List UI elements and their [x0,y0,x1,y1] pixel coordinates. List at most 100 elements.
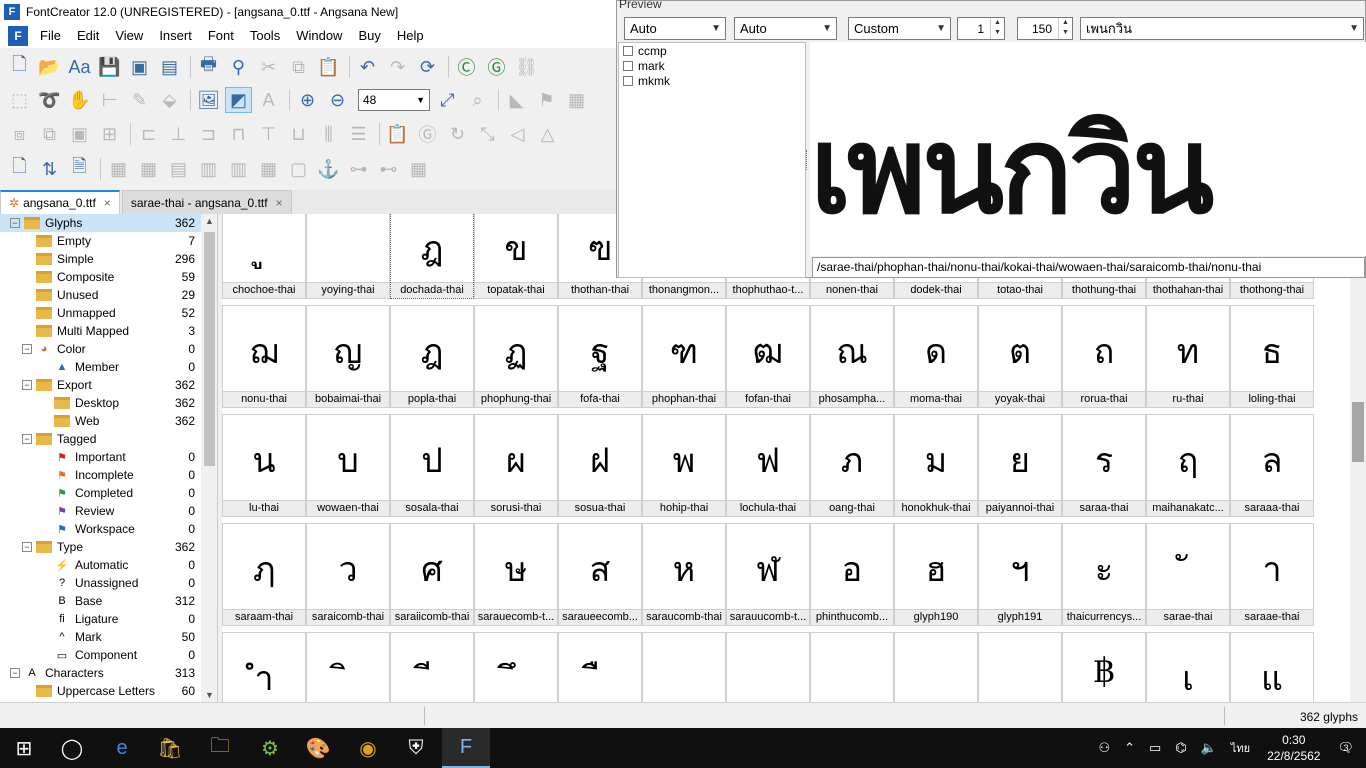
feature-item[interactable]: ccmp [619,43,805,58]
close-icon[interactable]: × [104,196,111,210]
image-icon[interactable]: ▦ [563,87,590,113]
grid-minus-icon[interactable]: ▤ [165,156,192,182]
tree-scroll-thumb[interactable] [204,232,215,466]
battery-icon[interactable]: ▭ [1149,740,1161,756]
zoom-selection-icon[interactable]: ⌕ [464,87,491,113]
glyph-g-icon[interactable]: Ⓖ [414,121,441,147]
tree-item-member[interactable]: ▲ Member 0 [0,358,217,376]
glyph-cell[interactable]: ี [390,632,474,702]
glyph-cell[interactable]: ฿ [1062,632,1146,702]
close-icon[interactable]: × [276,196,283,210]
align-bottom-icon[interactable]: ⊔ [285,121,312,147]
clipboard-icon[interactable]: 📋 [384,121,411,147]
tree-item-characters[interactable]: − A Characters 313 [0,664,217,682]
tree-item-completed[interactable]: ⚑ Completed 0 [0,484,217,502]
combine-icon[interactable]: ▣ [66,121,93,147]
menu-view[interactable]: View [107,24,151,48]
new-font-icon[interactable]: 🗋 [6,54,33,80]
glyph-cell[interactable]: แ [1230,632,1314,702]
checkbox[interactable] [623,75,633,86]
glyph-cell[interactable]: ด moma-thai [894,305,978,408]
grid-icon[interactable]: ▦ [105,156,132,182]
save-as-icon[interactable]: ▤ [156,54,183,80]
tree-item-base[interactable]: B Base 312 [0,592,217,610]
glyph-cell[interactable]: ฬ sarauucomb-t... [726,523,810,626]
size-spinner[interactable]: 150 ▲ ▼ [1017,17,1073,40]
glyph-cell[interactable]: ฏ phophung-thai [474,305,558,408]
zoom-in-icon[interactable]: ⊕ [294,87,321,113]
lasso-icon[interactable]: ➰ [36,87,63,113]
menu-help[interactable]: Help [389,24,432,48]
distribute-v-icon[interactable]: ☰ [345,121,372,147]
fit-icon[interactable]: ⤢ [434,87,461,113]
glyph-cell[interactable]: ฟ lochula-thai [726,414,810,517]
taskbar-paint[interactable]: 🎨 [294,728,342,768]
glyph-cell[interactable]: ฯ glyph191 [978,523,1062,626]
align-left-icon[interactable]: ⊏ [135,121,162,147]
align-middle-icon[interactable]: ⊤ [255,121,282,147]
glyph-cell[interactable]: ิ [306,632,390,702]
menu-font[interactable]: Font [200,24,242,48]
scroll-up-icon[interactable]: ▲ [205,216,214,226]
mdi-app-icon[interactable]: F [8,26,28,46]
glyph-cell[interactable]: ธ loling-thai [1230,305,1314,408]
glyph-cell[interactable]: ล saraaa-thai [1230,414,1314,517]
align-top-icon[interactable]: ⊓ [225,121,252,147]
glyph-cell[interactable]: พ hohip-thai [642,414,726,517]
checkbox[interactable] [623,60,633,71]
tree-item-simple[interactable]: Simple 296 [0,250,217,268]
checkbox[interactable] [623,45,633,56]
tree-item-workspace[interactable]: ⚑ Workspace 0 [0,520,217,538]
hand-icon[interactable]: ✋ [66,87,93,113]
group-icon[interactable]: ⧉ [36,121,63,147]
measure-icon[interactable]: ⊢ [96,87,123,113]
tree-scrollbar[interactable]: ▲ ▼ [201,214,217,702]
volume-icon[interactable]: 🔈 [1201,740,1217,756]
collapse-toggle-icon[interactable]: − [22,434,32,444]
grid-plus-icon[interactable]: ▦ [135,156,162,182]
glyph-cell[interactable]: ข topatak-thai [474,214,558,299]
tree-item-unassigned[interactable]: ? Unassigned 0 [0,574,217,592]
cut-icon[interactable]: ✂ [255,54,282,80]
scroll-down-icon[interactable]: ▼ [205,690,214,700]
pen-icon[interactable]: ✎ [126,87,153,113]
align-right-icon[interactable]: ⊐ [195,121,222,147]
taskbar-defender[interactable]: ⛨ [392,728,440,768]
collapse-toggle-icon[interactable]: − [22,542,32,552]
glyph-cell[interactable]: ู chochoe-thai [222,214,306,299]
open-installed-icon[interactable]: Aa [66,54,93,80]
glyph-cell[interactable]: ห saraucomb-thai [642,523,726,626]
copy-icon[interactable]: ⧉ [285,54,312,80]
glyph-cell[interactable]: า saraae-thai [1230,523,1314,626]
glyph-cell[interactable]: ฒ fofan-thai [726,305,810,408]
glyph-cell[interactable]: ส saraueecomb... [558,523,642,626]
tree-item-important[interactable]: ⚑ Important 0 [0,448,217,466]
outline-mode-icon[interactable]: ◩ [225,87,252,113]
glyph-cell[interactable]: ภ oang-thai [810,414,894,517]
spin-up-icon[interactable]: ▲ [991,18,1004,28]
script-select[interactable]: Auto ▼ [624,17,726,40]
glyph-cell[interactable]: ื [558,632,642,702]
fill-icon[interactable]: ⬙ [156,87,183,113]
glyph-path-field[interactable]: /sarae-thai/phophan-thai/nonu-thai/kokai… [812,257,1365,278]
glyph-cell[interactable]: ฝ sosua-thai [558,414,642,517]
open-icon[interactable]: 📂 [36,54,63,80]
search-button[interactable]: ◯ [48,728,96,768]
glyph-cell[interactable]: ญ bobaimai-thai [306,305,390,408]
align-icon[interactable]: ⧈ [6,121,33,147]
language-indicator[interactable]: ไทย [1231,739,1250,757]
select-rect-icon[interactable]: ⬚ [6,87,33,113]
tree-item-component[interactable]: ▭ Component 0 [0,646,217,664]
glyph-cell[interactable]: ฤ maihanakatc... [1146,414,1230,517]
tree-item-type[interactable]: − Type 362 [0,538,217,556]
collapse-toggle-icon[interactable]: − [10,218,20,228]
zoom-out-icon[interactable]: ⊖ [324,87,351,113]
glyph-cell[interactable]: ฮ glyph190 [894,523,978,626]
table-icon[interactable]: ▦ [405,156,432,182]
glyph-cell[interactable]: ษ sarauecomb-t... [474,523,558,626]
tree-item-uppercase-letters[interactable]: Uppercase Letters 60 [0,682,217,700]
background-image-icon[interactable]: 🖼 [195,87,222,113]
add-composite-icon[interactable]: Ⓒ [453,54,480,80]
features-select[interactable]: Custom ▼ [848,17,951,40]
grid-scrollbar[interactable] [1350,214,1366,702]
